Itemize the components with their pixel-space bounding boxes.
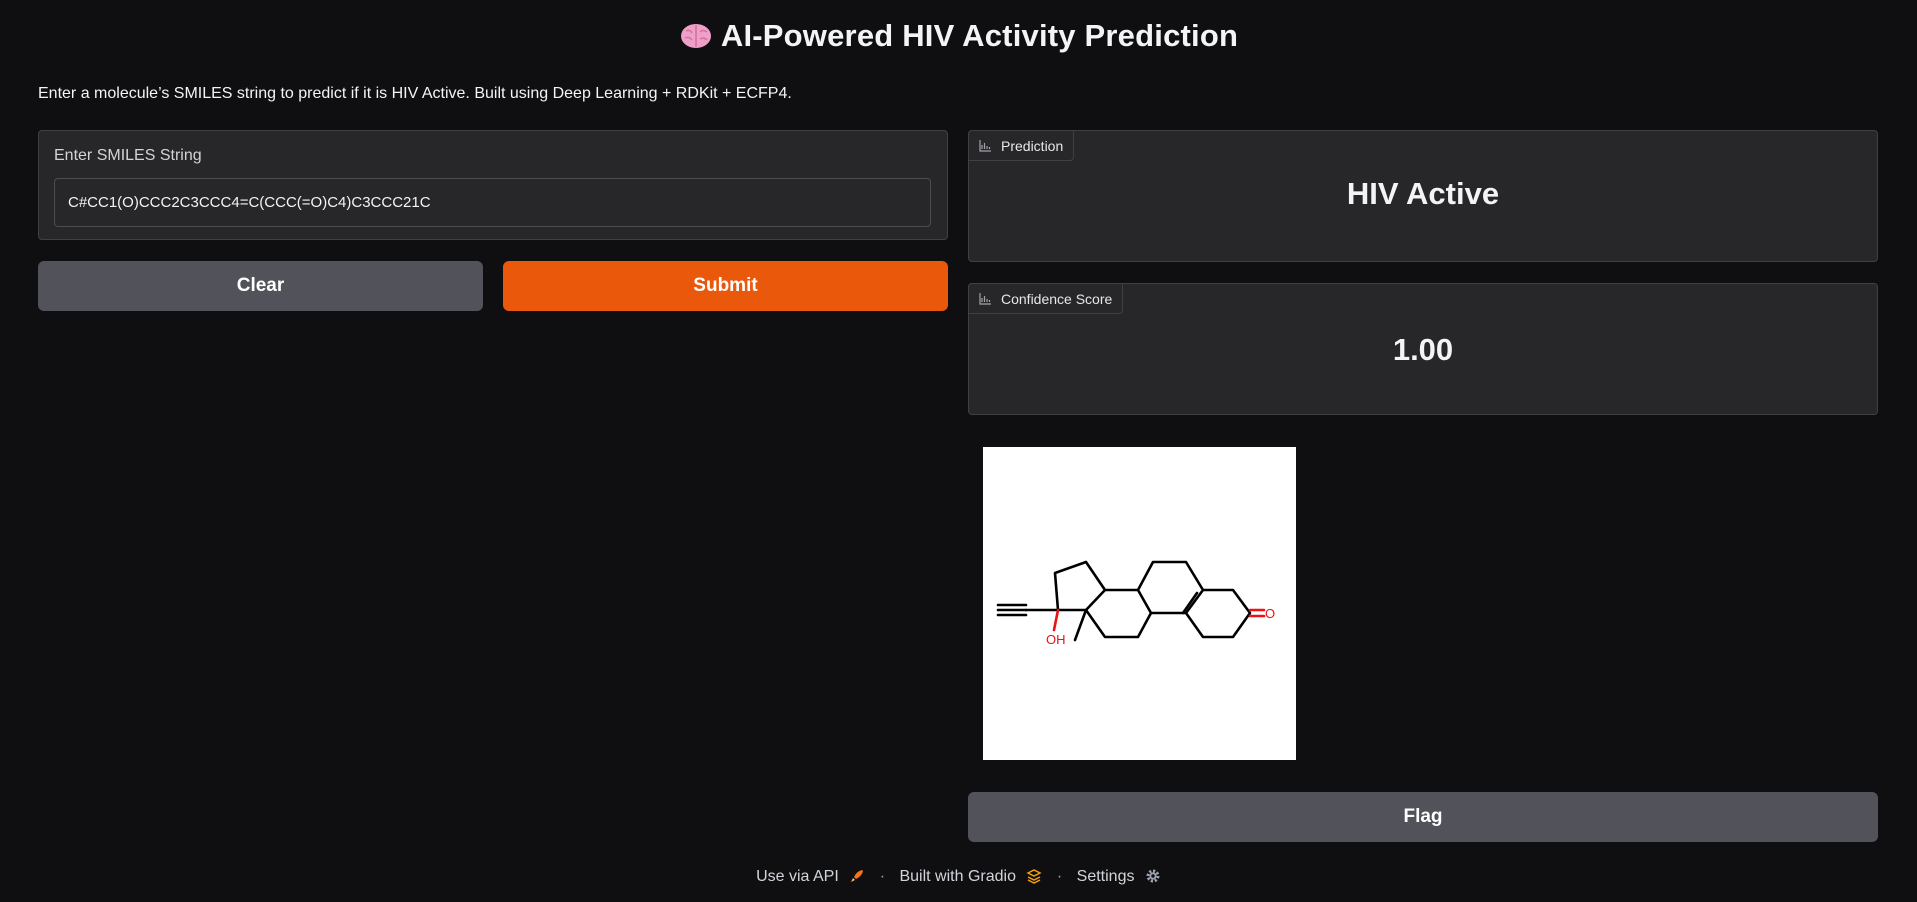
smiles-input-panel: Enter SMILES String [38, 130, 948, 240]
settings-link[interactable]: Settings [1077, 868, 1161, 885]
smiles-input[interactable] [54, 178, 931, 227]
submit-button[interactable]: Submit [503, 261, 948, 311]
rocket-icon [851, 870, 864, 882]
molecule-image: OH O [983, 447, 1296, 760]
page-description: Enter a molecule’s SMILES string to pred… [38, 85, 792, 102]
gradio-app: AI-Powered HIV Activity Prediction Enter… [0, 0, 1917, 902]
bar-chart-icon [979, 139, 991, 152]
confidence-value: 1.00 [1392, 332, 1454, 367]
flag-button[interactable]: Flag [968, 792, 1878, 842]
built-with-gradio-label: Built with Gradio [899, 868, 1016, 885]
use-via-api-link[interactable]: Use via API [756, 868, 870, 885]
page-title-text: AI-Powered HIV Activity Prediction [720, 18, 1239, 53]
footer-separator: · [1056, 868, 1063, 885]
settings-label: Settings [1076, 868, 1135, 885]
footer: Use via API · Built with Gradio · Settin… [0, 868, 1917, 886]
footer-separator: · [879, 868, 886, 885]
molecule-structure-drawing: OH O [996, 560, 1275, 647]
use-via-api-label: Use via API [756, 868, 839, 885]
gradio-logo-icon [1026, 869, 1043, 884]
prediction-label-tag: Prediction [968, 130, 1075, 161]
confidence-output-panel: Confidence Score 1.00 [968, 283, 1878, 415]
prediction-value: HIV Active [1346, 176, 1500, 211]
clear-button[interactable]: Clear [38, 261, 483, 311]
bar-chart-icon [979, 292, 991, 305]
brain-icon [680, 24, 711, 48]
prediction-output-panel: Prediction HIV Active [968, 130, 1878, 262]
oxygen-label: O [1265, 606, 1275, 621]
built-with-gradio-link[interactable]: Built with Gradio [899, 868, 1046, 885]
prediction-label: Prediction [1001, 137, 1064, 154]
page-title: AI-Powered HIV Activity Prediction [0, 18, 1917, 54]
hydroxyl-label: OH [1046, 632, 1066, 647]
confidence-label: Confidence Score [1001, 290, 1113, 307]
confidence-label-tag: Confidence Score [968, 283, 1124, 314]
gear-icon [1146, 869, 1160, 883]
smiles-input-label: Enter SMILES String [54, 147, 202, 164]
